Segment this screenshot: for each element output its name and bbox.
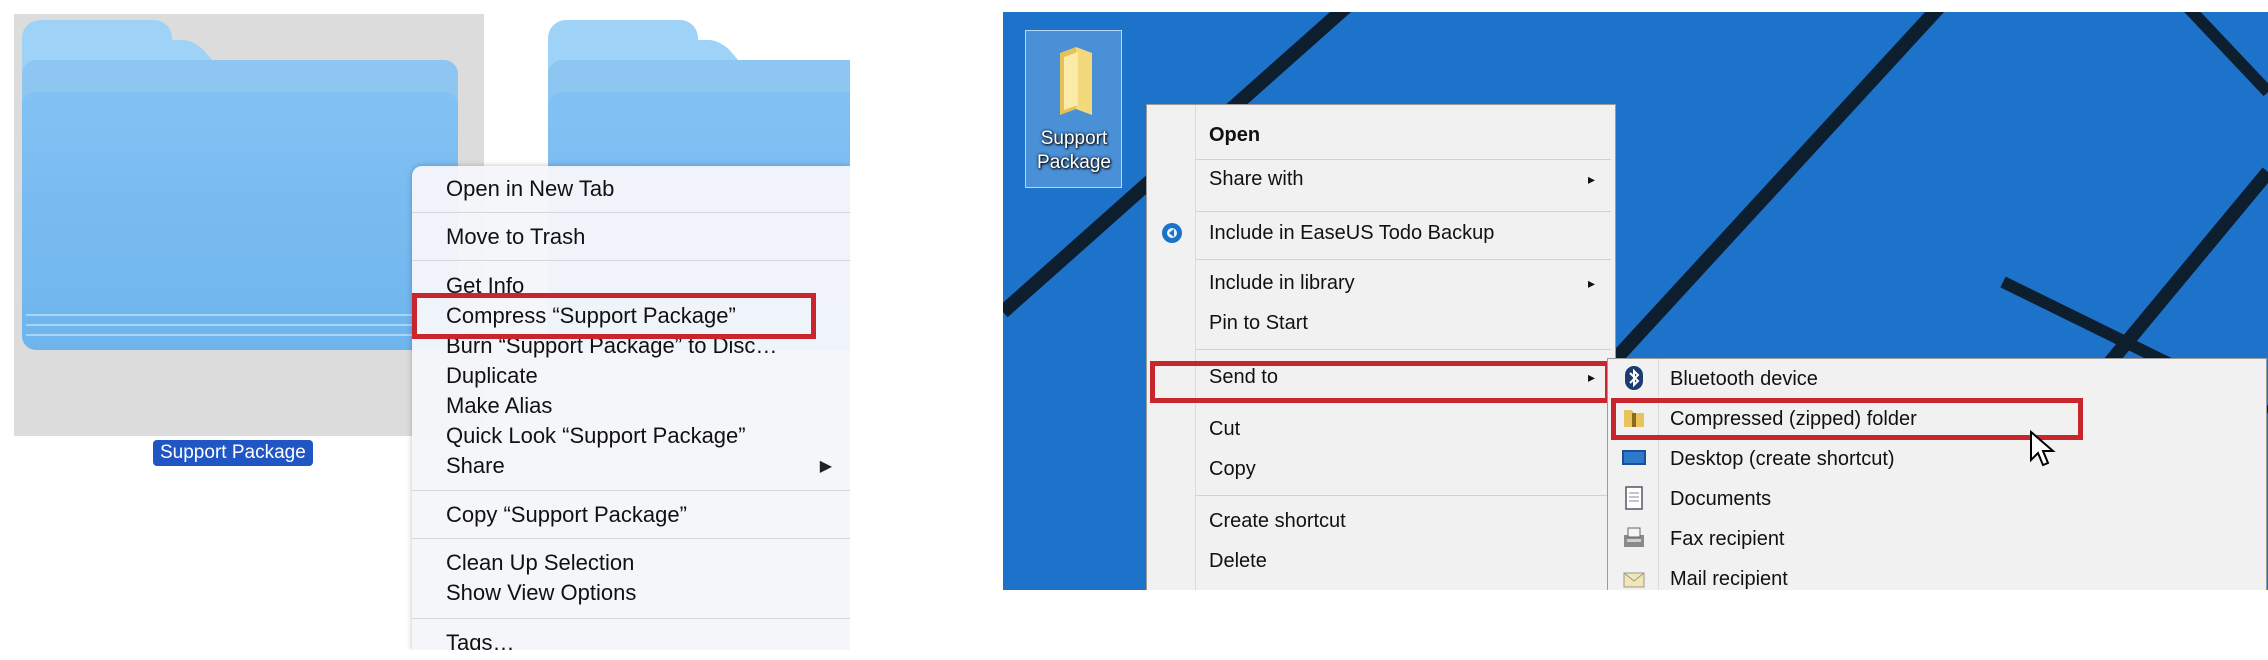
submenu-arrow-icon: ▶ <box>819 458 832 475</box>
wallpaper-line <box>2184 12 2268 97</box>
menu-item-tags[interactable]: Tags… <box>446 630 514 650</box>
menu-separator <box>412 618 850 619</box>
menu-separator <box>412 538 850 539</box>
submenu-arrow-icon: ▸ <box>1587 171 1595 187</box>
menu-item-copy[interactable]: Copy <box>1209 457 1256 481</box>
menu-separator <box>1195 211 1611 212</box>
folder-edge-line <box>26 324 454 326</box>
folder-edge-line <box>26 314 454 316</box>
highlight-box-compressed-folder <box>1611 398 2083 440</box>
submenu-item-desktop[interactable]: Desktop (create shortcut) <box>1670 447 1895 471</box>
menu-separator <box>1195 259 1611 260</box>
desktop-icon-label: Support Package <box>1028 127 1120 175</box>
label-line-2: Package <box>1037 152 1111 173</box>
menu-separator <box>1195 495 1611 496</box>
menu-item-clean-up-selection[interactable]: Clean Up Selection <box>446 550 634 576</box>
desktop-icon <box>1622 450 1646 465</box>
menu-item-open[interactable]: Open <box>1209 123 1260 147</box>
menu-separator <box>412 260 850 261</box>
label-line-1: Support <box>1040 128 1108 149</box>
fax-icon <box>1624 527 1644 547</box>
bluetooth-icon <box>1625 366 1643 390</box>
submenu-item-bluetooth[interactable]: Bluetooth device <box>1670 367 1818 391</box>
submenu-item-documents[interactable]: Documents <box>1670 487 1771 511</box>
menu-item-make-alias[interactable]: Make Alias <box>446 393 552 419</box>
support-package-desktop-icon[interactable]: Support Package <box>1025 30 1122 188</box>
menu-item-include-in-library[interactable]: Include in library <box>1209 271 1355 295</box>
menu-item-create-shortcut[interactable]: Create shortcut <box>1209 509 1346 533</box>
documents-icon <box>1625 486 1643 510</box>
highlight-box-send-to <box>1150 361 1610 403</box>
submenu-arrow-icon: ▸ <box>1587 275 1595 291</box>
menu-item-pin-to-start[interactable]: Pin to Start <box>1209 311 1308 335</box>
send-to-submenu: Bluetooth device Compressed (zipped) fol… <box>1607 358 2267 590</box>
folder-icon <box>1060 47 1092 115</box>
support-package-folder-icon[interactable] <box>22 20 458 350</box>
easeus-icon <box>1162 223 1182 243</box>
submenu-icon-gutter <box>1608 359 1659 590</box>
menu-separator <box>1195 349 1611 350</box>
menu-item-cut[interactable]: Cut <box>1209 417 1240 441</box>
windows-context-menu: Open Share with ▸ Include in EaseUS Todo… <box>1146 104 1616 590</box>
menu-separator <box>412 212 850 213</box>
menu-separator <box>1195 159 1611 160</box>
menu-item-move-to-trash[interactable]: Move to Trash <box>446 224 585 250</box>
highlight-box-compress <box>412 293 816 339</box>
menu-item-duplicate[interactable]: Duplicate <box>446 363 538 389</box>
folder-front <box>22 92 458 350</box>
menu-item-show-view-options[interactable]: Show View Options <box>446 580 636 606</box>
folder-edge-line <box>26 334 454 336</box>
menu-item-share[interactable]: Share <box>446 453 505 479</box>
mac-context-menu: Open in New Tab Move to Trash Get Info C… <box>412 166 850 650</box>
submenu-item-fax[interactable]: Fax recipient <box>1670 527 1785 551</box>
menu-item-open-in-new-tab[interactable]: Open in New Tab <box>446 176 614 202</box>
menu-separator <box>412 490 850 491</box>
mail-icon <box>1623 572 1645 588</box>
mouse-cursor-icon <box>2030 430 2056 467</box>
submenu-item-mail[interactable]: Mail recipient <box>1670 567 1788 590</box>
menu-icon-gutter <box>1147 105 1196 590</box>
menu-item-copy[interactable]: Copy “Support Package” <box>446 502 687 528</box>
menu-item-include-in-easeus[interactable]: Include in EaseUS Todo Backup <box>1209 221 1494 245</box>
folder-name-label[interactable]: Support Package <box>153 440 313 466</box>
menu-item-delete[interactable]: Delete <box>1209 549 1267 573</box>
menu-item-share-with[interactable]: Share with <box>1209 167 1304 191</box>
windows-desktop: Support Package Open Share with ▸ Includ… <box>1003 12 2268 590</box>
menu-item-quick-look[interactable]: Quick Look “Support Package” <box>446 423 746 449</box>
mac-finder-window: Support Package Open in New Tab Move to … <box>0 0 850 650</box>
